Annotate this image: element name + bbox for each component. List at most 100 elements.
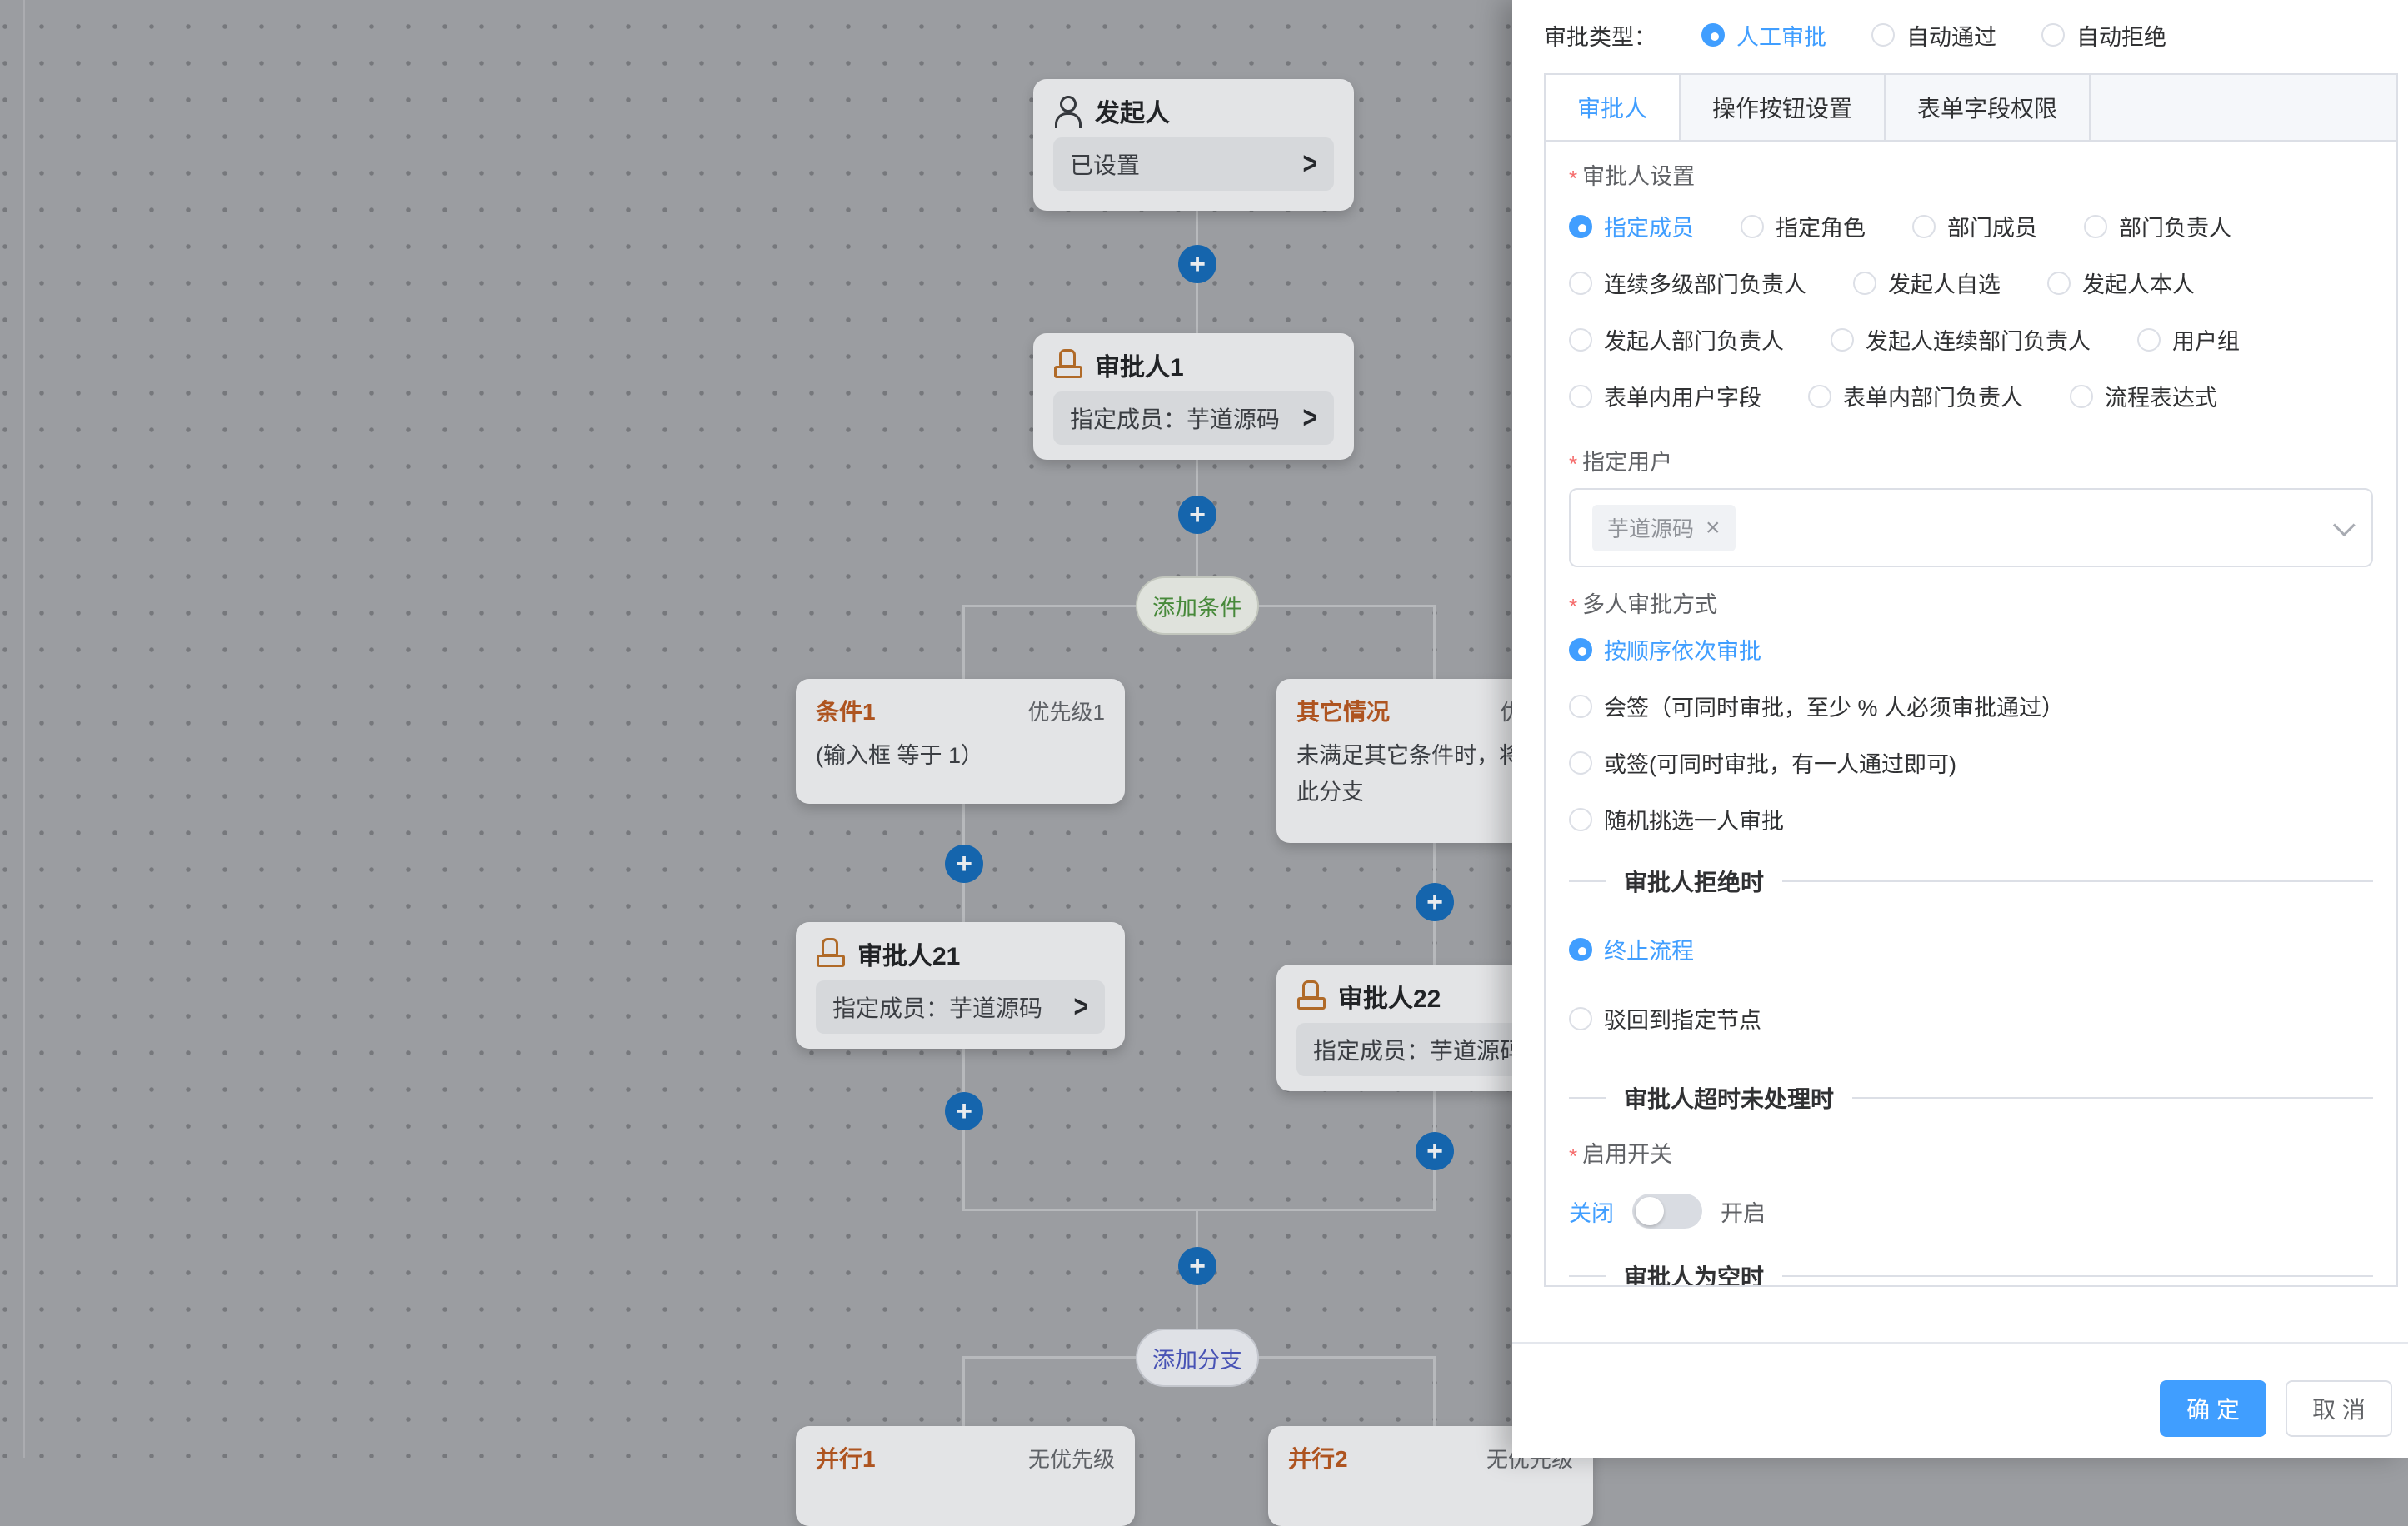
multi-approve-radio[interactable]: 或签(可同时审批，有一人通过即可) [1569,746,2373,779]
switch-on-label: 开启 [1721,1195,1766,1228]
radio-label: 指定成员 [1604,210,1694,242]
add-node-button[interactable]: + [1416,883,1454,921]
node-approver21[interactable]: 审批人21 指定成员：芋道源码 > [796,922,1125,1049]
approval-type-radio[interactable]: 自动通过 [1871,19,1996,52]
stamp-icon [816,937,846,970]
radio-label: 自动通过 [1906,19,1996,52]
reject-option-radio[interactable]: 终止流程 [1569,933,2373,965]
cancel-button[interactable]: 取 消 [2286,1380,2392,1437]
connector-line [1433,605,1436,679]
radio-circle-icon [1569,1007,1592,1030]
add-node-button[interactable]: + [945,845,983,883]
radio-label: 部门负责人 [2119,210,2231,242]
plus-icon: + [1189,501,1206,529]
radio-label: 指定角色 [1776,210,1866,242]
approver-setting-radio[interactable]: 部门负责人 [2084,210,2231,242]
radio-circle-icon [1569,272,1592,295]
add-node-button[interactable]: + [1178,496,1216,534]
add-branch-button[interactable]: 添加分支 [1136,1329,1259,1387]
required-asterisk: * [1569,162,1577,195]
add-branch-label: 添加分支 [1152,1342,1242,1374]
node-start[interactable]: 发起人 已设置 > [1033,79,1354,211]
node-title: 审批人22 [1338,978,1441,1015]
settings-tabs: 审批人 操作按钮设置 表单字段权限 [1544,73,2398,140]
empty-approver-divider: 审批人为空时 [1569,1261,2373,1287]
approver-setting-radio[interactable]: 指定角色 [1741,210,1866,242]
settings-tab[interactable]: 审批人 [1546,75,1681,140]
radio-circle-icon [1569,215,1592,238]
node-summary-text: 已设置 [1070,147,1140,181]
radio-label: 或签(可同时审批，有一人通过即可) [1604,746,1956,779]
settings-tab[interactable]: 操作按钮设置 [1681,75,1886,140]
connector-line [1433,1356,1436,1426]
add-node-button[interactable]: + [1416,1132,1454,1170]
node-title: 审批人1 [1095,347,1184,383]
timeout-section-title: 审批人超时未处理时 [1624,1081,1834,1115]
radio-circle-icon [1871,23,1895,47]
approver-setting-radio[interactable]: 用户组 [2137,323,2240,356]
radio-label: 按顺序依次审批 [1604,633,1761,666]
multi-approve-radio[interactable]: 按顺序依次审批 [1569,633,2373,666]
radio-circle-icon [2047,272,2071,295]
timeout-toggle[interactable] [1632,1194,1702,1229]
node-summary[interactable]: 指定成员：芋道源码 > [816,980,1105,1034]
approver-setting-radio[interactable]: 发起人连续部门负责人 [1831,323,2091,356]
settings-tab[interactable]: 表单字段权限 [1886,75,2091,140]
plus-icon: + [1189,250,1206,278]
approver-setting-radio[interactable]: 表单内部门负责人 [1808,380,2023,412]
radio-label: 驳回到指定节点 [1604,1002,1761,1035]
required-asterisk: * [1569,1140,1577,1173]
connector-line [962,605,965,679]
confirm-button[interactable]: 确 定 [2160,1380,2266,1437]
node-parallel1[interactable]: 并行1 无优先级 [796,1426,1135,1526]
add-node-button[interactable]: + [1178,1247,1216,1285]
approver-setting-radio[interactable]: 流程表达式 [2070,380,2217,412]
multi-approve-radio[interactable]: 随机挑选一人审批 [1569,803,2373,835]
node-summary[interactable]: 指定成员：芋道源码 > [1053,391,1334,445]
node-summary[interactable]: 已设置 > [1053,137,1334,191]
approver-setting-radio[interactable]: 发起人部门负责人 [1569,323,1784,356]
approval-type-radio[interactable]: 人工审批 [1701,19,1826,52]
radio-circle-icon [1569,695,1592,718]
approver-setting-radio[interactable]: 发起人自选 [1853,267,2001,299]
node-condition1[interactable]: 条件1 优先级1 (输入框 等于 1） [796,679,1125,804]
remove-tag-icon[interactable]: × [1706,516,1721,541]
radio-label: 发起人本人 [2082,267,2195,299]
person-icon [1053,94,1083,127]
node-title: 发起人 [1095,92,1170,129]
approver-setting-radio[interactable]: 部门成员 [1912,210,2037,242]
node-summary-text: 指定成员：芋道源码 [1313,1033,1523,1066]
radio-label: 发起人连续部门负责人 [1866,323,2091,356]
multi-approve-radio[interactable]: 会签（可同时审批，至少 % 人必须审批通过） [1569,690,2373,722]
add-condition-button[interactable]: 添加条件 [1136,576,1259,635]
approver-setting-radio[interactable]: 发起人本人 [2047,267,2195,299]
reject-radio-group: 终止流程 驳回到指定节点 [1569,933,2373,1035]
assign-user-select[interactable]: 芋道源码 × [1569,488,2373,567]
node-title: 其它情况 [1296,694,1390,727]
selected-user-tag: 芋道源码 × [1592,505,1736,551]
radio-circle-icon [1569,808,1592,831]
stamp-icon [1053,348,1083,382]
add-node-button[interactable]: + [945,1092,983,1130]
radio-circle-icon [1912,215,1936,238]
approval-type-radio[interactable]: 自动拒绝 [2041,19,2166,52]
node-summary-text: 指定成员：芋道源码 [1070,401,1280,435]
branch-merge-line [962,1209,1436,1211]
radio-circle-icon [2070,385,2093,408]
add-condition-label: 添加条件 [1152,590,1242,622]
radio-circle-icon [1569,328,1592,352]
add-node-button[interactable]: + [1178,245,1216,283]
approver-setting-radio[interactable]: 表单内用户字段 [1569,380,1761,412]
radio-label: 部门成员 [1947,210,2037,242]
chevron-right-icon: > [1302,147,1317,182]
priority-label: 优先级1 [1028,696,1105,726]
reject-section-divider: 审批人拒绝时 [1569,866,2373,896]
switch-off-label: 关闭 [1569,1195,1614,1228]
approver-setting-radio[interactable]: 连续多级部门负责人 [1569,267,1806,299]
node-title: 审批人21 [857,935,960,972]
multi-approve-label: * 多人审批方式 [1569,590,2373,620]
reject-option-radio[interactable]: 驳回到指定节点 [1569,1002,2373,1035]
approver-setting-radio[interactable]: 指定成员 [1569,210,1694,242]
node-approver1[interactable]: 审批人1 指定成员：芋道源码 > [1033,333,1354,460]
radio-label: 发起人部门负责人 [1604,323,1784,356]
